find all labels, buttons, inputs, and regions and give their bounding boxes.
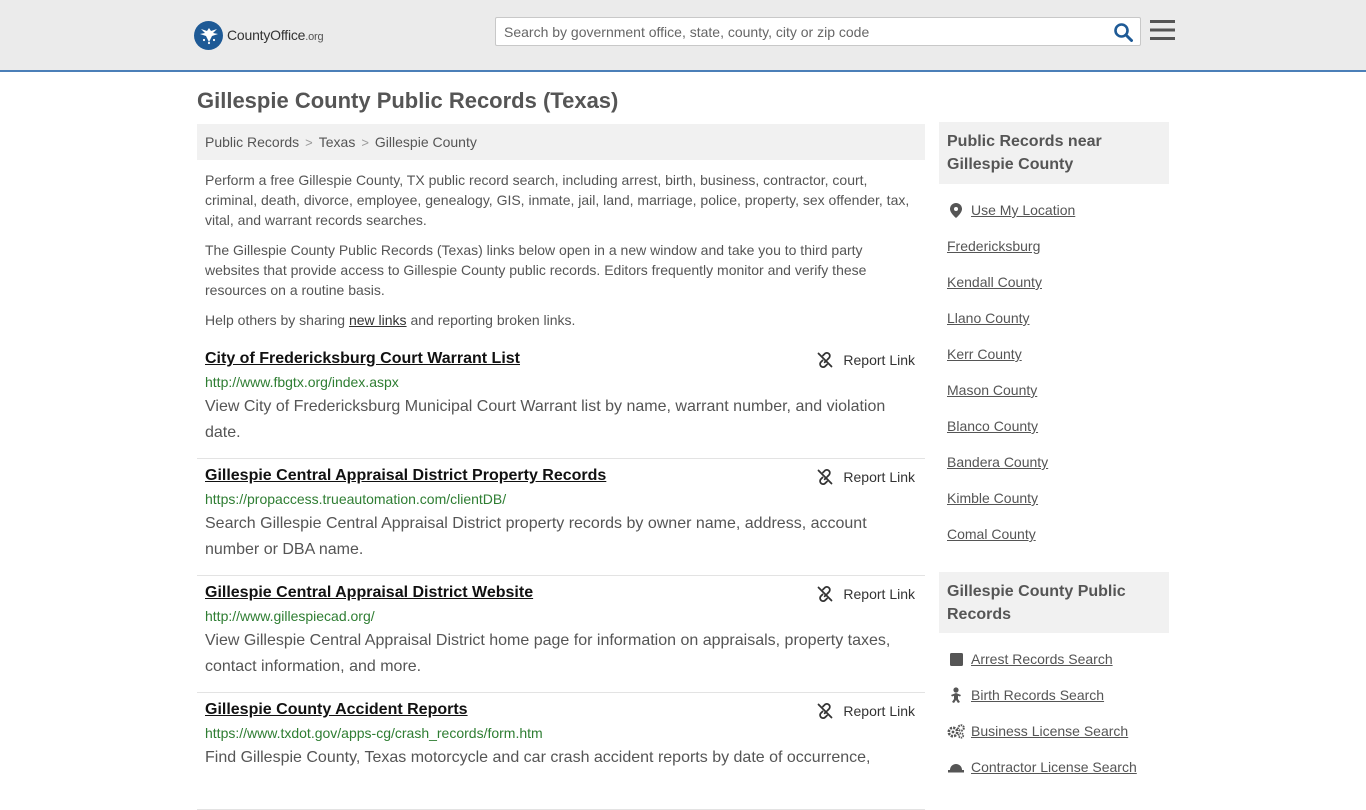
record-description: View Gillespie Central Appraisal Distric… xyxy=(205,632,891,675)
list-item: Kendall County xyxy=(947,264,1169,300)
records-list: City of Fredericksburg Court Warrant Lis… xyxy=(197,342,925,810)
list-item: Comal County xyxy=(947,516,1169,552)
breadcrumb: Public Records > Texas > Gillespie County xyxy=(197,124,925,160)
nearby-link-bandera-county[interactable]: Bandera County xyxy=(947,454,1048,470)
nearby-link-kendall-county[interactable]: Kendall County xyxy=(947,274,1042,290)
intro-paragraph-2: The Gillespie County Public Records (Tex… xyxy=(205,242,867,298)
breadcrumb-separator: > xyxy=(305,135,313,150)
page-title: Gillespie County Public Records (Texas) xyxy=(197,88,619,113)
intro-paragraph-1: Perform a free Gillespie County, TX publ… xyxy=(205,172,910,228)
list-item: Arrest Records Search xyxy=(947,641,1169,677)
report-link-button[interactable]: Report Link xyxy=(817,703,915,719)
business-license-link[interactable]: Business License Search xyxy=(971,723,1128,739)
help-text: Help others by sharing new links and rep… xyxy=(205,312,576,328)
county-records-heading: Gillespie County Public Records xyxy=(947,583,1126,623)
list-item: Fredericksburg xyxy=(947,228,1169,264)
search-icon xyxy=(1113,22,1133,42)
record-title-link[interactable]: Gillespie Central Appraisal District Pro… xyxy=(205,467,606,485)
nearby-link-mason-county[interactable]: Mason County xyxy=(947,382,1037,398)
nearby-link-llano-county[interactable]: Llano County xyxy=(947,310,1030,326)
logo-text: CountyOffice.org xyxy=(227,27,324,43)
broken-link-icon xyxy=(818,469,833,485)
list-item: Birth Records Search xyxy=(947,677,1169,713)
top-bar: CountyOffice.org xyxy=(0,0,1366,72)
nearby-link-kerr-county[interactable]: Kerr County xyxy=(947,346,1022,362)
contractor-license-link[interactable]: Contractor License Search xyxy=(971,759,1137,775)
record-url-link[interactable]: http://www.fbgtx.org/index.aspx xyxy=(205,374,917,390)
county-records-heading-box: Gillespie County Public Records xyxy=(939,572,1169,633)
nearby-link-kimble-county[interactable]: Kimble County xyxy=(947,490,1038,506)
eagle-logo-icon xyxy=(194,20,223,50)
breadcrumb-texas[interactable]: Texas xyxy=(319,134,356,150)
nearby-link-blanco-county[interactable]: Blanco County xyxy=(947,418,1038,434)
record-description: Search Gillespie Central Appraisal Distr… xyxy=(205,515,867,558)
hamburger-icon xyxy=(1150,20,1175,40)
nearby-link-fredericksburg[interactable]: Fredericksburg xyxy=(947,238,1040,254)
nearby-list: Use My Location Fredericksburg Kendall C… xyxy=(947,192,1169,552)
record-url-link[interactable]: http://www.gillespiecad.org/ xyxy=(205,608,917,624)
record-item: Gillespie County Accident Reports https:… xyxy=(197,693,925,810)
list-item: Mason County xyxy=(947,372,1169,408)
map-pin-icon xyxy=(947,202,965,218)
broken-link-icon xyxy=(818,703,833,719)
record-title-link[interactable]: Gillespie Central Appraisal District Web… xyxy=(205,584,533,602)
square-icon xyxy=(947,652,965,666)
report-link-button[interactable]: Report Link xyxy=(817,469,915,485)
record-title-link[interactable]: City of Fredericksburg Court Warrant Lis… xyxy=(205,350,520,368)
list-item: Bandera County xyxy=(947,444,1169,480)
birth-records-link[interactable]: Birth Records Search xyxy=(971,687,1104,703)
hardhat-icon xyxy=(947,761,965,773)
report-link-button[interactable]: Report Link xyxy=(817,586,915,602)
breadcrumb-separator: > xyxy=(361,135,369,150)
search-button[interactable] xyxy=(1112,21,1134,43)
gears-icon xyxy=(947,723,965,739)
list-item: Kimble County xyxy=(947,480,1169,516)
menu-button[interactable] xyxy=(1150,19,1175,41)
nearby-link-comal-county[interactable]: Comal County xyxy=(947,526,1036,542)
record-description: Find Gillespie County, Texas motorcycle … xyxy=(205,749,871,766)
site-logo[interactable]: CountyOffice.org xyxy=(194,20,324,50)
list-item: Llano County xyxy=(947,300,1169,336)
record-description: View City of Fredericksburg Municipal Co… xyxy=(205,398,886,441)
search-bar xyxy=(495,17,1141,46)
breadcrumb-gillespie-county[interactable]: Gillespie County xyxy=(375,134,477,150)
county-records-list: Arrest Records Search Birth Records Sear… xyxy=(947,641,1169,785)
list-item: Contractor License Search xyxy=(947,749,1169,785)
broken-link-icon xyxy=(818,586,833,602)
baby-icon xyxy=(947,687,965,703)
record-item: Gillespie Central Appraisal District Pro… xyxy=(197,459,925,576)
new-links-link[interactable]: new links xyxy=(349,312,407,328)
broken-link-icon xyxy=(818,352,833,368)
record-item: Gillespie Central Appraisal District Web… xyxy=(197,576,925,693)
use-my-location-link[interactable]: Use My Location xyxy=(971,202,1075,218)
search-input[interactable] xyxy=(496,18,1106,45)
report-link-button[interactable]: Report Link xyxy=(817,352,915,368)
list-item: Use My Location xyxy=(947,192,1169,228)
list-item: Business License Search xyxy=(947,713,1169,749)
record-title-link[interactable]: Gillespie County Accident Reports xyxy=(205,701,468,719)
arrest-records-link[interactable]: Arrest Records Search xyxy=(971,651,1113,667)
list-item: Blanco County xyxy=(947,408,1169,444)
nearby-records-heading: Public Records near Gillespie County xyxy=(947,133,1102,173)
list-item: Kerr County xyxy=(947,336,1169,372)
record-url-link[interactable]: https://www.txdot.gov/apps-cg/crash_reco… xyxy=(205,725,917,741)
breadcrumb-public-records[interactable]: Public Records xyxy=(205,134,299,150)
nearby-records-heading-box: Public Records near Gillespie County xyxy=(939,122,1169,184)
record-item: City of Fredericksburg Court Warrant Lis… xyxy=(197,342,925,459)
record-url-link[interactable]: https://propaccess.trueautomation.com/cl… xyxy=(205,491,917,507)
